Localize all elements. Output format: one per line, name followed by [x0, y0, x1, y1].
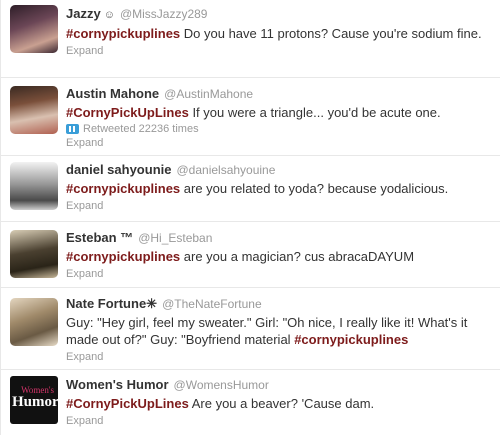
- hashtag-link[interactable]: #cornypickuplines: [66, 249, 180, 264]
- tweet-item[interactable]: daniel sahyounie @danielsahyouine #cornyp…: [0, 156, 500, 222]
- hashtag-link[interactable]: #cornypickuplines: [66, 26, 180, 41]
- tweet-item[interactable]: Esteban ™ @Hi_Esteban #cornypickuplines a…: [0, 222, 500, 288]
- user-handle[interactable]: @WomensHumor: [174, 378, 269, 392]
- hashtag-link[interactable]: #cornypickuplines: [66, 181, 180, 196]
- retweet-count: Retweeted 22236 times: [83, 123, 199, 135]
- tweet-text: #cornypickuplines are you a magician? cu…: [66, 248, 492, 265]
- avatar-logo[interactable]: Women's Humor: [10, 376, 58, 424]
- tweet-body: If you were a triangle... you'd be acute…: [188, 105, 441, 120]
- smiley-icon: ☺: [103, 9, 115, 21]
- tweet-body: Do you have 11 protons? Cause you're sod…: [180, 26, 482, 41]
- avatar[interactable]: [10, 162, 58, 210]
- avatar[interactable]: [10, 5, 58, 53]
- retweet-info: Retweeted 22236 times: [66, 122, 492, 136]
- tweet-body: are you related to yoda? because yodalic…: [180, 181, 449, 196]
- tweet-text: Guy: "Hey girl, feel my sweater." Girl: …: [66, 314, 492, 348]
- tweet-item[interactable]: Nate Fortune✳ @TheNateFortune Guy: "Hey g…: [0, 288, 500, 370]
- user-name[interactable]: Austin Mahone: [66, 86, 159, 101]
- tweet-item[interactable]: Women's Humor Women's Humor @WomensHumor …: [0, 370, 500, 435]
- user-name[interactable]: Nate Fortune✳: [66, 296, 157, 311]
- tweet-text: #cornypickuplines Do you have 11 protons…: [66, 25, 492, 42]
- user-name[interactable]: Esteban ™: [66, 230, 133, 245]
- tweet-text: #CornyPickUpLines If you were a triangle…: [66, 104, 492, 121]
- tweet-timeline: Jazzy ☺ @MissJazzy289 #cornypickuplines Do…: [0, 0, 500, 435]
- tweet-body: Are you a beaver? 'Cause dam.: [188, 396, 375, 411]
- user-handle[interactable]: @danielsahyouine: [176, 163, 275, 177]
- hashtag-link[interactable]: #CornyPickUpLines: [66, 396, 189, 411]
- user-handle[interactable]: @MissJazzy289: [120, 7, 208, 21]
- logo-text-bottom: Humor: [12, 394, 58, 410]
- user-handle[interactable]: @TheNateFortune: [162, 297, 262, 311]
- avatar[interactable]: [10, 298, 58, 346]
- hashtag-link[interactable]: #CornyPickUpLines: [66, 105, 189, 120]
- expand-link[interactable]: Expand: [66, 136, 492, 150]
- expand-link[interactable]: Expand: [66, 414, 492, 428]
- user-handle[interactable]: @Hi_Esteban: [138, 231, 212, 245]
- tweet-item[interactable]: Jazzy ☺ @MissJazzy289 #cornypickuplines Do…: [0, 0, 500, 78]
- tweet-text: #CornyPickUpLines Are you a beaver? 'Cau…: [66, 395, 492, 412]
- expand-link[interactable]: Expand: [66, 267, 492, 281]
- tweet-item[interactable]: Austin Mahone @AustinMahone #CornyPickUpL…: [0, 78, 500, 156]
- tweet-body: are you a magician? cus abracaDAYUM: [180, 249, 415, 264]
- user-name[interactable]: daniel sahyounie: [66, 162, 171, 177]
- user-name[interactable]: Jazzy: [66, 6, 101, 21]
- expand-link[interactable]: Expand: [66, 44, 492, 58]
- user-name[interactable]: Women's Humor: [66, 377, 169, 392]
- expand-link[interactable]: Expand: [66, 350, 492, 364]
- hashtag-link[interactable]: #cornypickuplines: [294, 332, 408, 347]
- avatar[interactable]: [10, 86, 58, 134]
- tweet-text: #cornypickuplines are you related to yod…: [66, 180, 492, 197]
- expand-link[interactable]: Expand: [66, 199, 492, 213]
- retweet-icon: [66, 124, 79, 134]
- user-handle[interactable]: @AustinMahone: [164, 87, 253, 101]
- avatar[interactable]: [10, 230, 58, 278]
